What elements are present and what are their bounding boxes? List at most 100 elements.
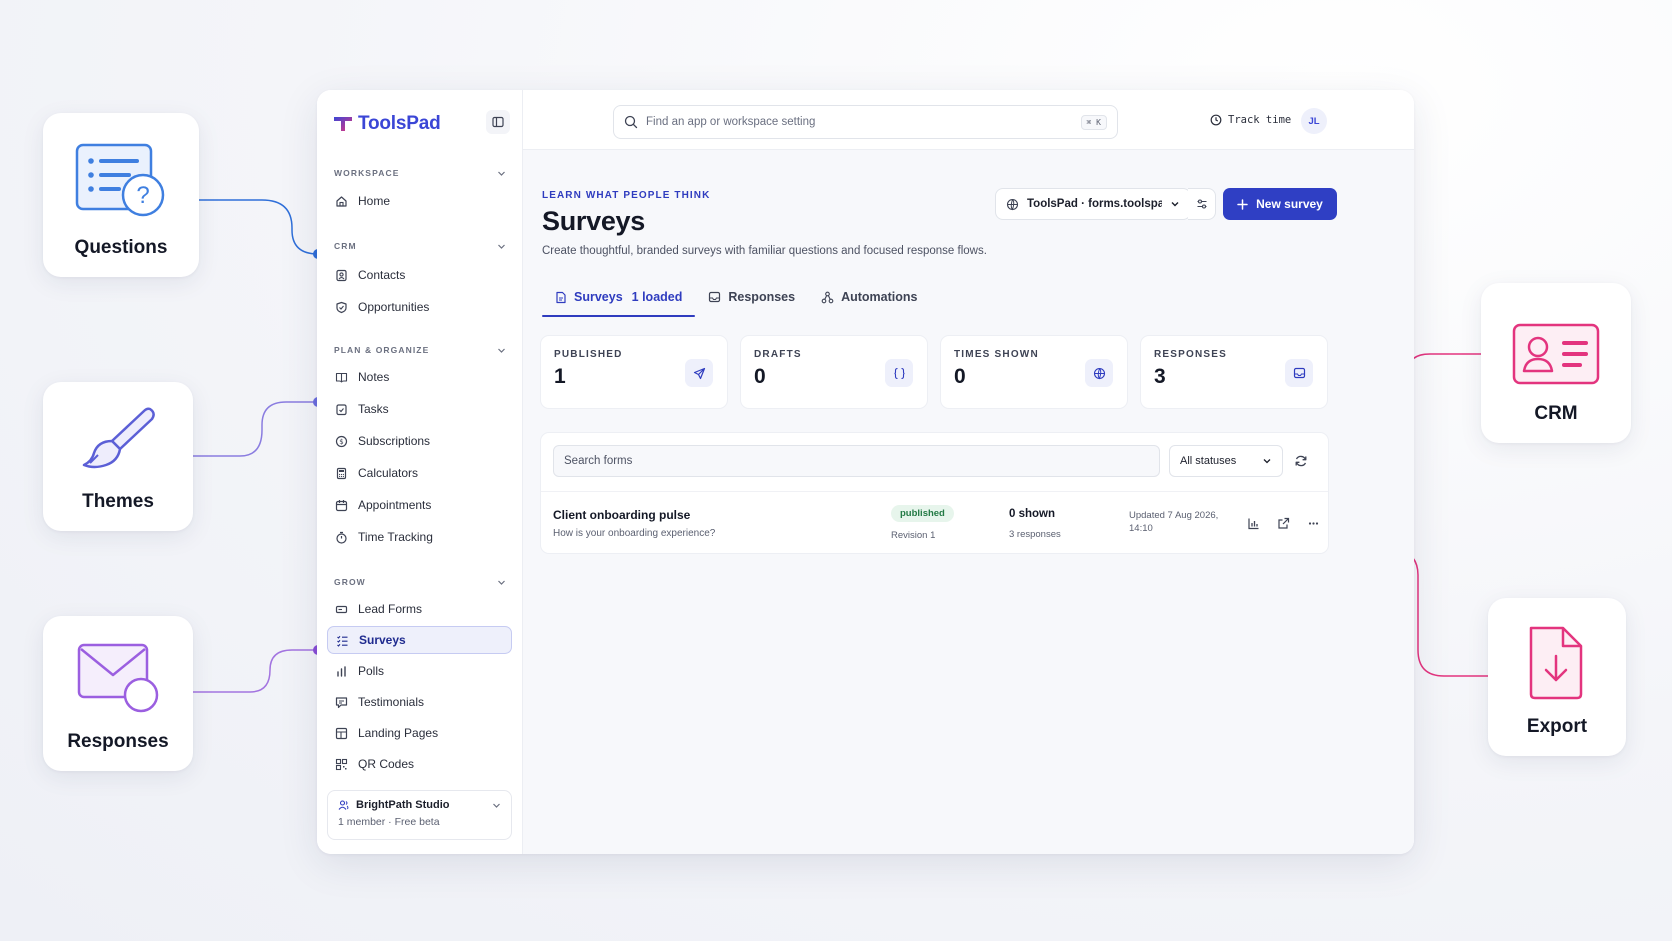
user-avatar[interactable]: JL <box>1301 108 1327 134</box>
section-workspace[interactable]: WORKSPACE <box>327 166 512 180</box>
search-icon <box>624 115 638 129</box>
search-forms-input[interactable]: Search forms <box>553 445 1160 477</box>
chevron-down-icon <box>498 348 505 353</box>
table-row[interactable]: Client onboarding pulse How is your onbo… <box>541 491 1328 555</box>
survey-shown: 0 shown <box>1009 508 1056 520</box>
calendar-icon <box>335 499 348 511</box>
sidebar-item-label: Testimonials <box>358 695 425 709</box>
home-icon <box>336 195 347 207</box>
app-window: ToolsPad WORKSPACE Home CRM Contacts Opp… <box>317 90 1414 854</box>
crm-label: CRM <box>1534 403 1578 424</box>
stats-row: PUBLISHED 1 DRAFTS 0 TIMES SHOWN 0 RESPO… <box>540 335 1328 409</box>
page-eyebrow: LEARN WHAT PEOPLE THINK <box>542 190 711 201</box>
sidebar-item-label: Polls <box>358 664 385 678</box>
sidebar-item-landing-pages[interactable]: Landing Pages <box>327 719 512 747</box>
chevron-down-icon <box>498 244 505 249</box>
sidebar-item-tasks[interactable]: Tasks <box>327 395 512 423</box>
tab-surveys[interactable]: Surveys 1 loaded <box>542 282 696 317</box>
landing-page-icon <box>335 727 348 739</box>
timer-icon <box>336 531 347 544</box>
envelope-icon <box>77 643 159 713</box>
status-filter-value: All statuses <box>1180 455 1237 467</box>
global-search-input[interactable]: Find an app or workspace setting ⌘ K <box>613 105 1118 139</box>
tab-label: Responses <box>728 290 796 304</box>
stat-card-published: PUBLISHED 1 <box>540 335 728 409</box>
form-domain-value: ToolsPad · forms.toolspad <box>1027 198 1162 210</box>
brand[interactable]: ToolsPad <box>327 104 512 138</box>
responses-connector <box>193 649 318 693</box>
workspace-name: BrightPath Studio <box>356 799 450 811</box>
sidebar-item-polls[interactable]: Polls <box>327 657 512 685</box>
stat-card-drafts: DRAFTS 0 <box>740 335 928 409</box>
section-title: GROW <box>334 577 366 587</box>
track-time-button[interactable]: Track time <box>1210 114 1291 126</box>
open-external-button[interactable] <box>1274 514 1292 532</box>
more-icon <box>1308 521 1318 525</box>
chevron-down-icon <box>498 580 505 585</box>
survey-responses: 3 responses <box>1009 529 1061 540</box>
survey-icon <box>337 635 348 647</box>
chevron-down-icon <box>498 171 505 176</box>
sidebar-item-label: Appointments <box>358 498 432 512</box>
sidebar-item-surveys[interactable]: Surveys <box>327 626 512 654</box>
refresh-button[interactable] <box>1291 451 1311 471</box>
send-icon <box>685 359 713 387</box>
braces-icon <box>885 359 913 387</box>
questions-icon: ? <box>75 143 165 217</box>
calculator-icon <box>336 467 347 479</box>
row-actions <box>1244 514 1322 532</box>
settings-sliders-button[interactable] <box>1188 188 1216 220</box>
analytics-button[interactable] <box>1244 514 1262 532</box>
sidebar-item-label: QR Codes <box>358 757 415 771</box>
sidebar-item-label: Landing Pages <box>358 726 439 740</box>
crm-feature-card: CRM <box>1481 283 1631 443</box>
surveys-list: Search forms All statuses Client onboard… <box>540 432 1329 554</box>
more-options-button[interactable] <box>1304 514 1322 532</box>
inbox-icon <box>709 291 721 303</box>
themes-feature-card: Themes <box>43 382 193 531</box>
section-grow[interactable]: GROW <box>327 575 512 589</box>
sidebar-item-time-tracking[interactable]: Time Tracking <box>327 523 512 551</box>
sidebar-item-subscriptions[interactable]: $ Subscriptions <box>327 427 512 455</box>
file-download-icon <box>1529 626 1583 700</box>
notes-icon <box>335 372 348 383</box>
sidebar-collapse-button[interactable] <box>486 110 510 134</box>
section-plan-organize[interactable]: PLAN & ORGANIZE <box>327 343 512 357</box>
form-domain-select[interactable]: ToolsPad · forms.toolspad <box>995 188 1191 220</box>
sidebar-item-qr-codes[interactable]: QR Codes <box>327 750 512 778</box>
sidebar-item-testimonials[interactable]: Testimonials <box>327 688 512 716</box>
sidebar: ToolsPad WORKSPACE Home CRM Contacts Opp… <box>317 90 523 854</box>
sidebar-item-notes[interactable]: Notes <box>327 363 512 391</box>
stat-card-responses: RESPONSES 3 <box>1140 335 1328 409</box>
tab-label: Surveys <box>574 290 623 304</box>
sidebar-item-lead-forms[interactable]: Lead Forms <box>327 595 512 623</box>
questions-label: Questions <box>74 237 168 258</box>
sidebar-item-appointments[interactable]: Appointments <box>327 491 512 519</box>
status-filter-select[interactable]: All statuses <box>1169 445 1283 477</box>
sidebar-item-contacts[interactable]: Contacts <box>327 261 512 289</box>
new-survey-button[interactable]: New survey <box>1223 188 1337 220</box>
tab-automations[interactable]: Automations <box>808 282 930 312</box>
qr-code-icon <box>335 758 348 770</box>
subscriptions-icon: $ <box>335 435 348 447</box>
sidebar-item-opportunities[interactable]: Opportunities <box>327 293 512 321</box>
clock-icon <box>1210 114 1222 126</box>
section-crm[interactable]: CRM <box>327 239 512 253</box>
tab-responses[interactable]: Responses <box>695 282 808 312</box>
chevron-down-icon <box>1263 459 1271 464</box>
section-title: PLAN & ORGANIZE <box>334 345 430 355</box>
sidebar-item-home[interactable]: Home <box>327 187 512 215</box>
inbox-icon <box>1285 359 1313 387</box>
svg-text:$: $ <box>339 438 343 446</box>
sidebar-item-label: Surveys <box>359 633 406 647</box>
external-link-icon <box>1277 517 1289 529</box>
stat-card-times-shown: TIMES SHOWN 0 <box>940 335 1128 409</box>
sidebar-item-label: Home <box>358 194 391 208</box>
sidebar-item-calculators[interactable]: Calculators <box>327 459 512 487</box>
themes-connector <box>193 401 318 457</box>
sidebar-item-label: Tasks <box>358 402 389 416</box>
track-time-label: Track time <box>1228 114 1292 126</box>
survey-name[interactable]: Client onboarding pulse <box>553 508 690 522</box>
globe-icon <box>1085 359 1113 387</box>
workspace-switcher[interactable]: BrightPath Studio 1 member · Free beta <box>327 790 512 840</box>
